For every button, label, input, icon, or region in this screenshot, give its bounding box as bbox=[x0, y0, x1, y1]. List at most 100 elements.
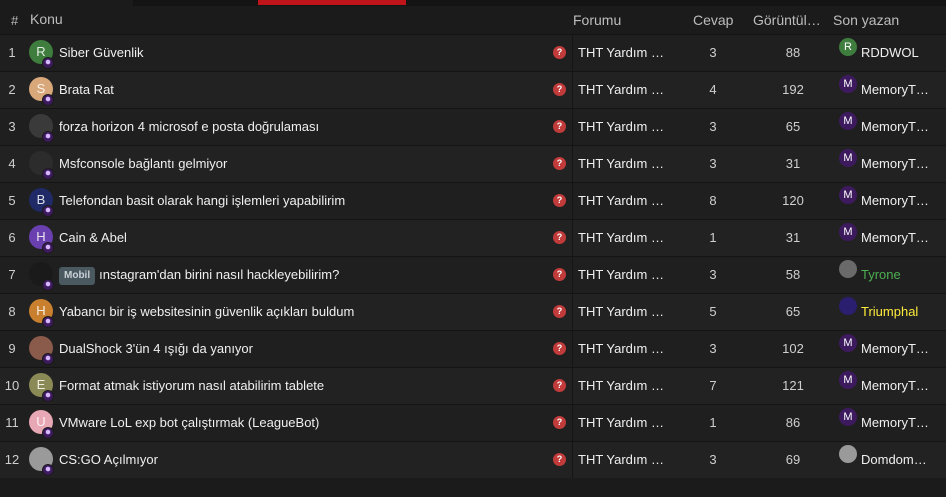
table-row[interactable]: 11 U VMware LoL exp bot çalıştırmak (Leagu… bbox=[0, 404, 946, 441]
thread-title-text[interactable]: ınstagram'dan birini nasıl hackleyebilir… bbox=[99, 267, 339, 282]
last-poster-name[interactable]: MemoryT… bbox=[861, 331, 941, 367]
header-forum[interactable]: Forumu bbox=[573, 12, 621, 28]
thread-title-text[interactable]: CS:GO Açılmıyor bbox=[59, 452, 158, 467]
thread-title-text[interactable]: Yabancı bir iş websitesinin güvenlik açı… bbox=[59, 304, 354, 319]
last-poster-name[interactable]: MemoryT… bbox=[861, 146, 941, 182]
forum-link[interactable]: THT Yardım … bbox=[578, 405, 668, 441]
thread-title[interactable]: forza horizon 4 microsof e posta doğrula… bbox=[59, 109, 319, 145]
forum-link[interactable]: THT Yardım … bbox=[578, 35, 668, 71]
column-divider bbox=[572, 257, 573, 293]
last-poster-avatar[interactable]: M bbox=[839, 112, 857, 130]
forum-link[interactable]: THT Yardım … bbox=[578, 72, 668, 108]
table-row[interactable]: 1 R Siber Güvenlik? THT Yardım … 3 88 R RDDWOL ⬢ bbox=[0, 34, 946, 71]
thread-title-text[interactable]: Format atmak istiyorum nasıl atabilirim … bbox=[59, 378, 324, 393]
last-poster-avatar[interactable]: M bbox=[839, 371, 857, 389]
table-row[interactable]: 2 S Brata Rat? THT Yardım … 4 192 M MemoryT… ⬢ bbox=[0, 71, 946, 108]
forum-link[interactable]: THT Yardım … bbox=[578, 442, 668, 478]
table-row[interactable]: 5 B Telefondan basit olarak hangi işlemler… bbox=[0, 182, 946, 219]
thread-title[interactable]: Telefondan basit olarak hangi işlemleri … bbox=[59, 183, 345, 219]
reply-count: 8 bbox=[709, 193, 717, 208]
last-poster-avatar[interactable] bbox=[839, 260, 857, 278]
last-poster-avatar[interactable] bbox=[839, 445, 857, 463]
user-badge-icon: ⬢ bbox=[42, 94, 54, 106]
last-poster-name[interactable]: Tyrone bbox=[861, 257, 941, 293]
last-poster-avatar[interactable]: M bbox=[839, 408, 857, 426]
row-number: 6 bbox=[8, 230, 16, 245]
last-poster-avatar[interactable]: M bbox=[839, 334, 857, 352]
last-poster-name[interactable]: RDDWOL bbox=[861, 35, 941, 71]
last-poster-name[interactable]: MemoryT… bbox=[861, 183, 941, 219]
table-row[interactable]: 12 CS:GO Açılmıyor? THT Yardım … 3 69 Domdom…… bbox=[0, 441, 946, 478]
user-badge-icon: ⬢ bbox=[42, 427, 54, 439]
column-divider bbox=[572, 405, 573, 441]
header-views[interactable]: Görüntüle… bbox=[753, 12, 827, 28]
user-badge-icon: ⬢ bbox=[42, 205, 54, 217]
last-poster-name[interactable]: Triumphal bbox=[861, 294, 941, 330]
header-replies[interactable]: Cevap bbox=[693, 12, 733, 28]
last-poster-avatar[interactable]: M bbox=[839, 223, 857, 241]
reply-count: 1 bbox=[709, 415, 717, 430]
thread-title-text[interactable]: Telefondan basit olarak hangi işlemleri … bbox=[59, 193, 345, 208]
table-row[interactable]: 4 Msfconsole bağlantı gelmiyor? THT Yardım… bbox=[0, 145, 946, 182]
thread-title[interactable]: VMware LoL exp bot çalıştırmak (LeagueBo… bbox=[59, 405, 319, 441]
table-row[interactable]: 3 forza horizon 4 microsof e posta doğrul… bbox=[0, 108, 946, 145]
thread-title-text[interactable]: Cain & Abel bbox=[59, 230, 127, 245]
forum-link[interactable]: THT Yardım … bbox=[578, 368, 668, 404]
table-row[interactable]: 7 Mobil ınstagram'dan birini nasıl hackley… bbox=[0, 256, 946, 293]
last-poster-avatar[interactable]: M bbox=[839, 75, 857, 93]
table-row[interactable]: 10 E Format atmak istiyorum nasıl atabilir… bbox=[0, 367, 946, 404]
header-konu[interactable]: Konu bbox=[30, 11, 63, 27]
thread-title[interactable]: Msfconsole bağlantı gelmiyor bbox=[59, 146, 227, 182]
table-row[interactable]: 6 H Cain & Abel? THT Yardım … 1 31 M MemoryT… ⬢ bbox=[0, 219, 946, 256]
thread-title[interactable]: Format atmak istiyorum nasıl atabilirim … bbox=[59, 368, 324, 404]
view-count: 65 bbox=[785, 119, 801, 134]
last-poster-name[interactable]: MemoryT… bbox=[861, 220, 941, 256]
table-body: 1 R Siber Güvenlik? THT Yardım … 3 88 R RDDWOL ⬢… bbox=[0, 34, 946, 478]
view-count: 121 bbox=[782, 378, 804, 393]
last-poster-avatar[interactable]: R bbox=[839, 38, 857, 56]
last-poster-name[interactable]: MemoryT… bbox=[861, 405, 941, 441]
forum-link[interactable]: THT Yardım … bbox=[578, 257, 668, 293]
forum-link[interactable]: THT Yardım … bbox=[578, 109, 668, 145]
last-poster-avatar[interactable] bbox=[839, 297, 857, 315]
forum-link[interactable]: THT Yardım … bbox=[578, 220, 668, 256]
last-poster-avatar[interactable]: M bbox=[839, 149, 857, 167]
column-divider bbox=[572, 35, 573, 71]
thread-title[interactable]: DualShock 3'ün 4 ışığı da yanıyor bbox=[59, 331, 253, 367]
last-poster-name[interactable]: MemoryT… bbox=[861, 72, 941, 108]
last-poster-avatar[interactable]: M bbox=[839, 186, 857, 204]
thread-title[interactable]: CS:GO Açılmıyor bbox=[59, 442, 158, 478]
row-number: 5 bbox=[8, 193, 16, 208]
user-badge-icon: ⬢ bbox=[42, 316, 54, 328]
table-row[interactable]: 8 H Yabancı bir iş websitesinin güvenlik a… bbox=[0, 293, 946, 330]
thread-title-text[interactable]: Siber Güvenlik bbox=[59, 45, 144, 60]
row-number: 4 bbox=[8, 156, 16, 171]
forum-link[interactable]: THT Yardım … bbox=[578, 294, 668, 330]
last-poster-name[interactable]: MemoryT… bbox=[861, 109, 941, 145]
thread-title-text[interactable]: Brata Rat bbox=[59, 82, 114, 97]
thread-title[interactable]: Siber Güvenlik bbox=[59, 35, 144, 71]
header-number: # bbox=[11, 13, 19, 28]
user-badge-icon: ⬢ bbox=[42, 242, 54, 254]
question-icon: ? bbox=[553, 305, 566, 318]
thread-title[interactable]: Mobil ınstagram'dan birini nasıl hackleye… bbox=[59, 257, 339, 293]
thread-title[interactable]: Cain & Abel bbox=[59, 220, 127, 256]
forum-link[interactable]: THT Yardım … bbox=[578, 331, 668, 367]
header-last-poster[interactable]: Son yazan bbox=[833, 12, 899, 28]
forum-link[interactable]: THT Yardım … bbox=[578, 146, 668, 182]
thread-title-text[interactable]: DualShock 3'ün 4 ışığı da yanıyor bbox=[59, 341, 253, 356]
question-icon: ? bbox=[553, 453, 566, 466]
thread-title[interactable]: Brata Rat bbox=[59, 72, 114, 108]
table-row[interactable]: 9 DualShock 3'ün 4 ışığı da yanıyor? THT Y… bbox=[0, 330, 946, 367]
thread-title-text[interactable]: forza horizon 4 microsof e posta doğrula… bbox=[59, 119, 319, 134]
thread-title[interactable]: Yabancı bir iş websitesinin güvenlik açı… bbox=[59, 294, 354, 330]
thread-title-text[interactable]: VMware LoL exp bot çalıştırmak (LeagueBo… bbox=[59, 415, 319, 430]
column-divider bbox=[572, 183, 573, 219]
mobil-badge: Mobil bbox=[59, 266, 96, 285]
forum-link[interactable]: THT Yardım … bbox=[578, 183, 668, 219]
last-poster-name[interactable]: Domdom… bbox=[861, 442, 941, 478]
question-icon: ? bbox=[553, 157, 566, 170]
last-poster-name[interactable]: MemoryT… bbox=[861, 368, 941, 404]
user-badge-icon: ⬢ bbox=[42, 279, 54, 291]
thread-title-text[interactable]: Msfconsole bağlantı gelmiyor bbox=[59, 156, 227, 171]
